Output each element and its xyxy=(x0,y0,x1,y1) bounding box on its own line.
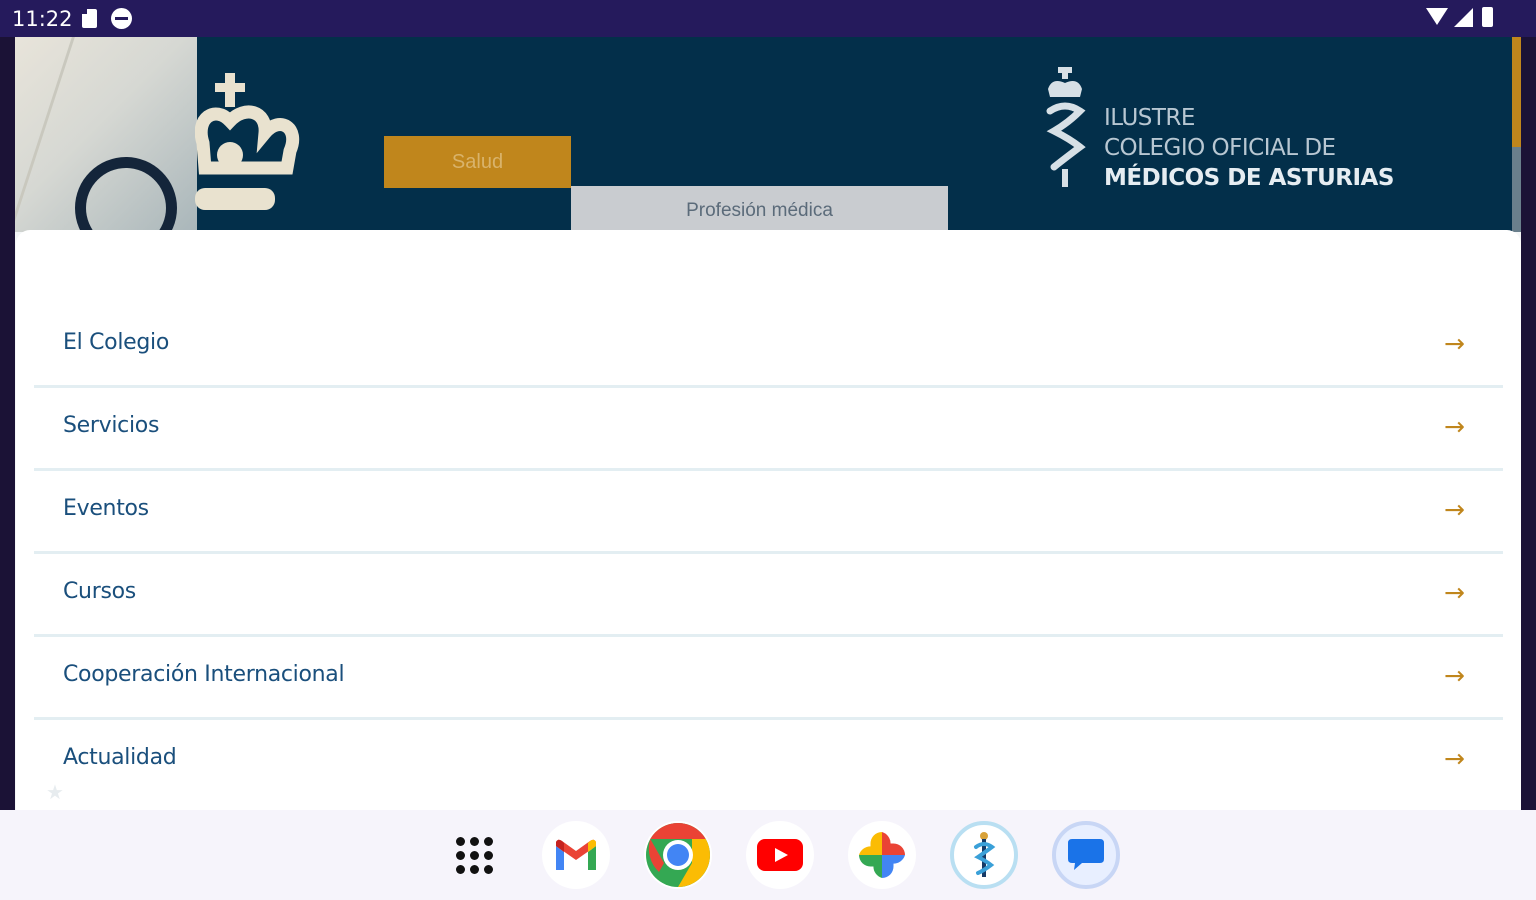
sd-card-icon xyxy=(82,9,97,28)
app-window: Salud Profesión médica ILUSTRE COLEGIO O… xyxy=(15,37,1521,810)
tab-profesion-medica[interactable]: Profesión médica xyxy=(571,186,948,232)
chrome-icon[interactable] xyxy=(644,821,712,889)
google-photos-icon[interactable] xyxy=(848,821,916,889)
status-bar: 11:22 xyxy=(0,0,1536,37)
signal-icon xyxy=(1454,8,1473,27)
wifi-icon xyxy=(1426,8,1448,25)
header-banner: Salud Profesión médica ILUSTRE COLEGIO O… xyxy=(15,37,1521,232)
colegio-medicos-icon[interactable] xyxy=(950,821,1018,889)
menu-item-label: Eventos xyxy=(63,496,149,521)
tab-salud[interactable]: Salud xyxy=(384,136,571,188)
do-not-disturb-icon xyxy=(111,8,132,29)
scroll-track xyxy=(1512,147,1521,232)
menu-item-cursos[interactable]: Cursos → xyxy=(34,554,1503,637)
menu-sheet: El Colegio → Servicios → Eventos → Curso… xyxy=(16,230,1521,810)
app-drawer-icon[interactable] xyxy=(440,821,508,889)
menu-item-servicios[interactable]: Servicios → xyxy=(34,388,1503,471)
app-dock xyxy=(440,820,1154,890)
taskbar xyxy=(0,810,1536,900)
menu-item-label: El Colegio xyxy=(63,330,170,355)
youtube-icon[interactable] xyxy=(746,821,814,889)
menu-item-cooperacion-internacional[interactable]: Cooperación Internacional → xyxy=(34,637,1503,720)
crown-logo-icon xyxy=(195,73,300,210)
menu-item-label: Servicios xyxy=(63,413,160,438)
banner-photo xyxy=(15,37,197,232)
arrow-right-icon: → xyxy=(1444,412,1465,441)
arrow-right-icon: → xyxy=(1444,495,1465,524)
battery-icon xyxy=(1482,7,1493,27)
status-time: 11:22 xyxy=(12,7,73,31)
brand-line-1: ILUSTRE xyxy=(1104,105,1195,131)
menu-item-label: Cooperación Internacional xyxy=(63,662,345,687)
menu-item-label: Actualidad xyxy=(63,745,177,770)
navigation-menu: El Colegio → Servicios → Eventos → Curso… xyxy=(34,305,1503,800)
brand-line-2: COLEGIO OFICIAL DE xyxy=(1104,135,1336,161)
menu-item-actualidad[interactable]: Actualidad → xyxy=(34,720,1503,800)
accessibility-icon: ★ xyxy=(46,782,64,804)
arrow-right-icon: → xyxy=(1444,744,1465,773)
gmail-icon[interactable] xyxy=(542,821,610,889)
arrow-right-icon: → xyxy=(1444,329,1465,358)
menu-item-label: Cursos xyxy=(63,579,136,604)
arrow-right-icon: → xyxy=(1444,661,1465,690)
menu-item-eventos[interactable]: Eventos → xyxy=(34,471,1503,554)
messages-icon[interactable] xyxy=(1052,821,1120,889)
menu-item-el-colegio[interactable]: El Colegio → xyxy=(34,305,1503,388)
brand-name: ILUSTRE COLEGIO OFICIAL DE MÉDICOS DE AS… xyxy=(1104,103,1394,193)
arrow-right-icon: → xyxy=(1444,578,1465,607)
brand-line-3: MÉDICOS DE ASTURIAS xyxy=(1104,165,1394,191)
scroll-indicator xyxy=(1512,37,1521,147)
rod-of-asclepius-icon xyxy=(1046,67,1086,187)
